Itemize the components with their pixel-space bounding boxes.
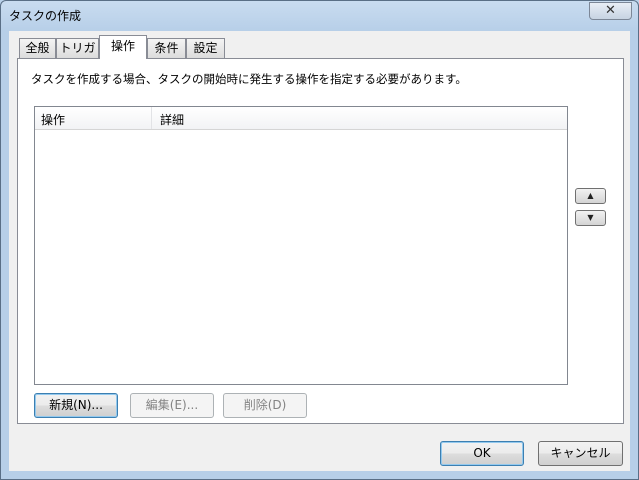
tab-conditions[interactable]: 条件 xyxy=(147,38,186,58)
actions-list[interactable]: 操作 詳細 xyxy=(34,106,568,385)
tab-label: 操作 xyxy=(110,39,135,53)
move-down-button[interactable]: ▼ xyxy=(575,210,606,226)
dialog-client-area: 全般 トリガ 操作 条件 設定 タスクを作成する場合、タスクの開始時に発生する操… xyxy=(9,31,630,471)
tab-general[interactable]: 全般 xyxy=(19,38,56,58)
delete-action-button[interactable]: 削除(D) xyxy=(223,393,307,418)
close-icon: ✕ xyxy=(605,3,616,18)
arrow-down-icon: ▼ xyxy=(587,213,594,222)
title-bar[interactable]: タスクの作成 ✕ xyxy=(1,1,638,31)
ok-button[interactable]: OK xyxy=(440,441,524,466)
tab-label: 全般 xyxy=(25,41,50,55)
window-title: タスクの作成 xyxy=(9,9,82,23)
column-divider[interactable] xyxy=(151,107,152,129)
actions-tab-panel: タスクを作成する場合、タスクの開始時に発生する操作を指定する必要があります。 操… xyxy=(17,58,624,424)
tab-label: 設定 xyxy=(193,41,218,55)
new-action-button[interactable]: 新規(N)... xyxy=(34,393,118,418)
actions-description: タスクを作成する場合、タスクの開始時に発生する操作を指定する必要があります。 xyxy=(31,72,467,86)
cancel-button[interactable]: キャンセル xyxy=(538,441,623,466)
list-header: 操作 詳細 xyxy=(35,107,567,130)
tab-actions[interactable]: 操作 xyxy=(99,35,147,59)
tab-label: トリガ xyxy=(59,41,96,55)
tab-triggers[interactable]: トリガ xyxy=(56,38,99,58)
column-header-details[interactable]: 詳細 xyxy=(160,111,184,128)
column-header-action[interactable]: 操作 xyxy=(41,111,65,128)
create-task-dialog: タスクの作成 ✕ 全般 トリガ 操作 条件 設定 タスクを作成する場合、タスクの… xyxy=(0,0,639,480)
arrow-up-icon: ▲ xyxy=(587,191,594,200)
tab-label: 条件 xyxy=(154,41,179,55)
close-button[interactable]: ✕ xyxy=(589,2,632,20)
edit-action-button[interactable]: 編集(E)... xyxy=(130,393,214,418)
tab-settings[interactable]: 設定 xyxy=(186,38,225,58)
move-up-button[interactable]: ▲ xyxy=(575,188,606,204)
